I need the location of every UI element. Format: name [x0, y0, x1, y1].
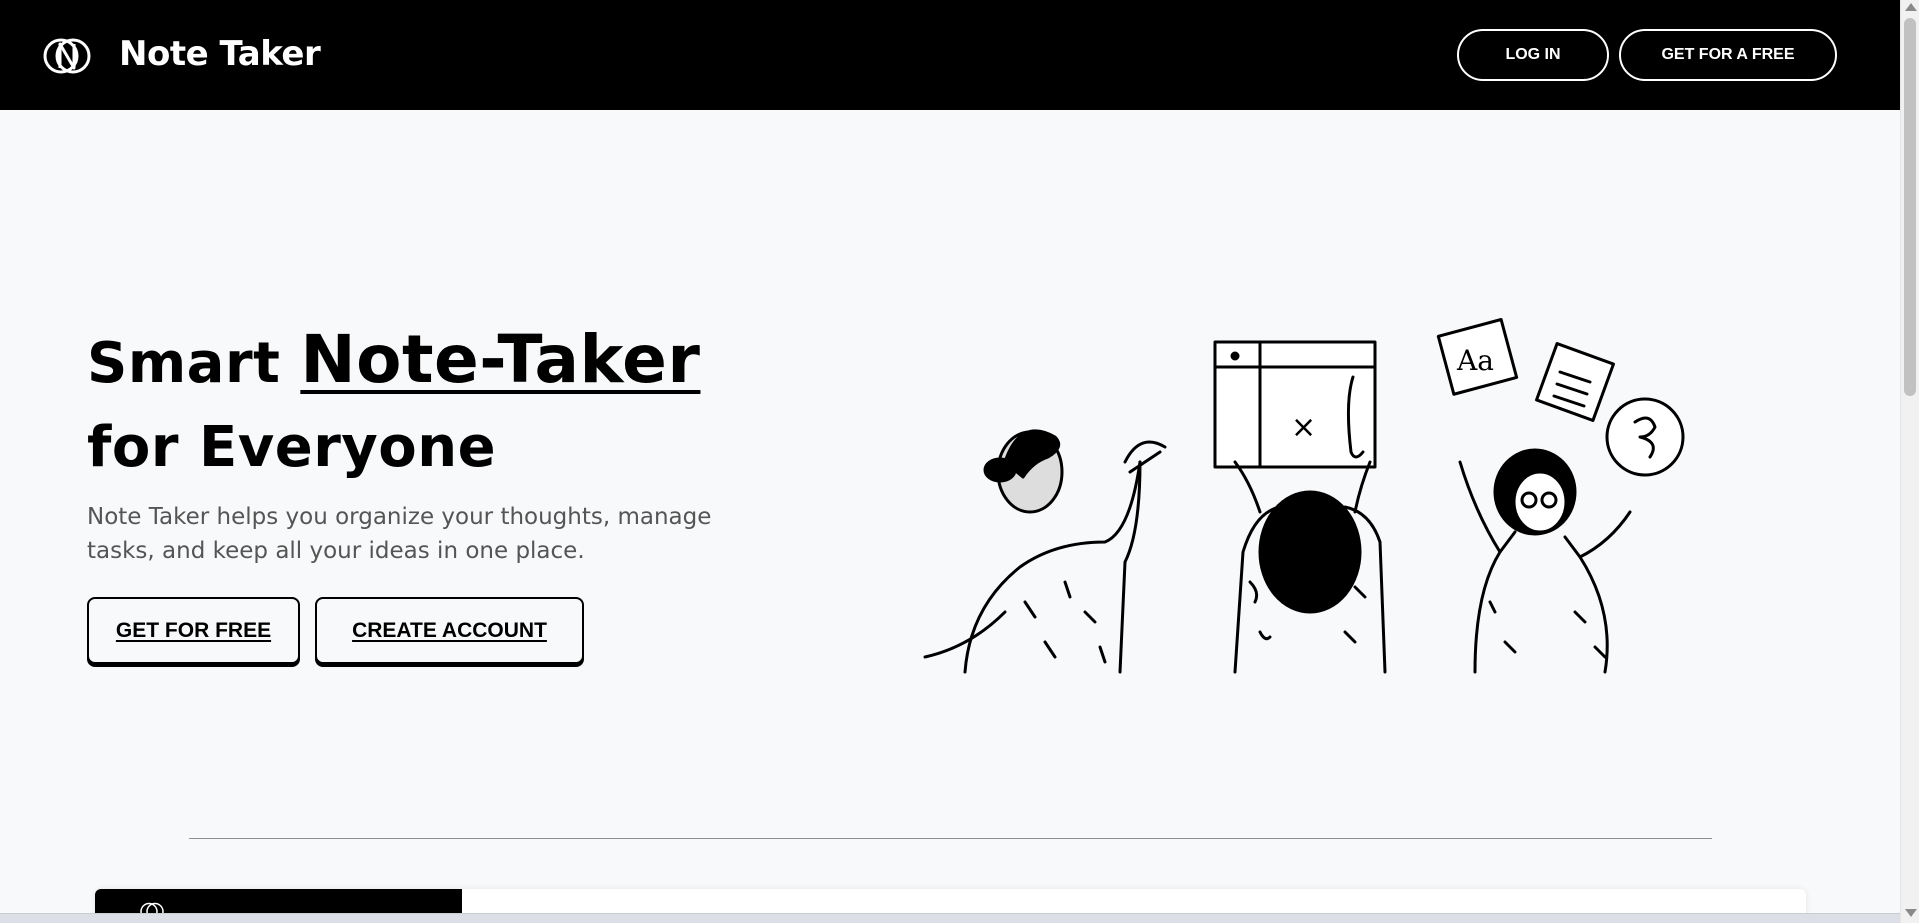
hero-description: Note Taker helps you organize your thoug… [87, 504, 712, 564]
scrollbar-thumb[interactable] [1904, 18, 1916, 396]
hero-title-line2: for Everyone [87, 415, 497, 480]
create-account-button[interactable]: CREATE ACCOUNT [315, 597, 584, 664]
scroll-up-arrow-icon[interactable] [1905, 3, 1917, 11]
person-holding-board-illustration [1233, 460, 1387, 674]
hero-title-prefix: Smart [87, 331, 301, 396]
hero-title: Smart Note-Taker for Everyone [87, 318, 700, 490]
logo-icon[interactable] [43, 33, 91, 79]
get-free-nav-button[interactable]: GET FOR A FREE [1619, 29, 1837, 81]
hero-title-highlight: Note-Taker [300, 321, 701, 398]
os-taskbar [0, 913, 1900, 923]
floating-cards-illustration: Aa [1436, 317, 1685, 477]
person-pointing-illustration [923, 429, 1167, 674]
board-symbol: × [1291, 410, 1316, 445]
top-navbar: Note Taker LOG IN GET FOR A FREE [0, 0, 1900, 110]
hero-illustration: × Aa [923, 317, 1685, 674]
scroll-down-arrow-icon[interactable] [1905, 909, 1917, 917]
brand-name[interactable]: Note Taker [119, 34, 321, 74]
whiteboard-illustration: × [1213, 340, 1377, 469]
get-for-free-button[interactable]: GET FOR FREE [87, 597, 300, 664]
login-button[interactable]: LOG IN [1457, 29, 1609, 81]
vertical-scrollbar[interactable] [1900, 0, 1919, 923]
section-divider [189, 838, 1712, 839]
person-glasses-illustration [1458, 448, 1632, 674]
card-letters: Aa [1456, 344, 1494, 377]
